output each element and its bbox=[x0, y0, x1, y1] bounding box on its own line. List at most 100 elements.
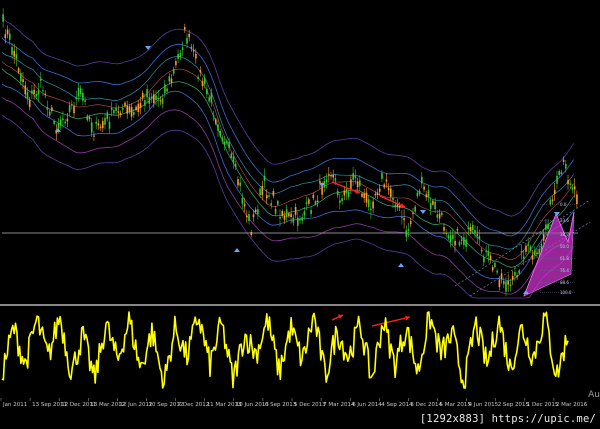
candle-body bbox=[188, 34, 190, 38]
candle-body bbox=[93, 135, 95, 137]
candle-body bbox=[554, 189, 556, 194]
candle-body bbox=[285, 209, 288, 218]
candle-body bbox=[297, 217, 299, 226]
candle-body bbox=[407, 229, 410, 231]
candle-body bbox=[48, 111, 51, 116]
candle-body bbox=[573, 186, 576, 190]
candle-body bbox=[343, 190, 346, 196]
envelope-band-line bbox=[1, 37, 574, 237]
candle-body bbox=[104, 118, 106, 125]
x-axis-tick-label: 5 Dec 2013 bbox=[294, 402, 326, 408]
candle-body bbox=[82, 92, 84, 101]
candle-body bbox=[274, 208, 277, 214]
fib-level-label: 0.0 bbox=[560, 202, 567, 207]
candle-body bbox=[418, 190, 421, 195]
candle-body bbox=[44, 93, 46, 95]
candle-body bbox=[166, 88, 168, 92]
candle-body bbox=[40, 78, 42, 81]
candle-body bbox=[62, 118, 64, 121]
candle-body bbox=[157, 97, 159, 100]
candle-body bbox=[230, 153, 233, 158]
candle-body bbox=[469, 227, 472, 231]
candle-body bbox=[241, 198, 244, 204]
x-axis-tick-label: 7 Mar 2014 bbox=[323, 402, 355, 408]
candle-body bbox=[549, 200, 552, 205]
candle-body bbox=[476, 234, 478, 236]
candle-body bbox=[279, 217, 281, 219]
x-axis-tick-label: 4 Sep 2014 bbox=[381, 402, 413, 408]
candle-body bbox=[330, 175, 332, 177]
candle-body bbox=[425, 194, 428, 198]
candle-body bbox=[310, 210, 312, 214]
candle-body bbox=[401, 216, 403, 218]
candle-body bbox=[237, 179, 239, 186]
candle-body bbox=[516, 275, 518, 278]
candle-body bbox=[562, 159, 565, 162]
candle-body bbox=[190, 47, 193, 49]
candle-body bbox=[498, 279, 501, 287]
candle-body bbox=[97, 123, 100, 126]
candle-body bbox=[438, 213, 441, 219]
candle-body bbox=[6, 29, 9, 35]
candle-body bbox=[9, 33, 11, 40]
candle-body bbox=[503, 281, 505, 285]
candle-body bbox=[99, 126, 102, 128]
candle-body bbox=[53, 121, 55, 124]
candle-body bbox=[117, 111, 120, 113]
candle-body bbox=[472, 224, 474, 231]
candle-body bbox=[520, 251, 523, 253]
candle-body bbox=[525, 246, 527, 252]
candle-body bbox=[184, 27, 186, 30]
candle-body bbox=[363, 193, 365, 199]
candle-body bbox=[443, 226, 445, 231]
candle-body bbox=[542, 234, 545, 241]
candle-body bbox=[130, 107, 133, 117]
candle-body bbox=[294, 207, 297, 215]
trend-arrow-line bbox=[371, 316, 411, 327]
candle-body bbox=[95, 121, 97, 124]
candle-body bbox=[328, 174, 330, 176]
candle-body bbox=[345, 188, 348, 194]
candle-body bbox=[441, 212, 443, 216]
x-axis-tick-label: 6 Sep 2013 bbox=[265, 402, 297, 408]
candle-body bbox=[410, 221, 412, 224]
candle-body bbox=[432, 200, 434, 205]
candle-body bbox=[79, 88, 82, 95]
candle-body bbox=[197, 77, 199, 79]
candle-body bbox=[234, 163, 237, 168]
candle-body bbox=[28, 100, 31, 108]
candle-body bbox=[569, 183, 572, 185]
candle-body bbox=[148, 97, 151, 104]
x-axis-tick-label: 1 Dec 2015 bbox=[527, 402, 559, 408]
candle-body bbox=[268, 195, 270, 197]
envelope-band-line bbox=[1, 52, 574, 250]
candle-body bbox=[212, 115, 215, 117]
candle-body bbox=[447, 235, 450, 239]
candle-body bbox=[511, 276, 514, 280]
candle-body bbox=[66, 118, 69, 122]
candle-body bbox=[137, 103, 140, 112]
forex-chart: 0.0 23.6 38.2 50.0 61.8 76.4 88.6 100.0 Jan 2011… bbox=[0, 0, 600, 429]
candle-body bbox=[177, 53, 179, 59]
candle-body bbox=[31, 90, 33, 94]
candle-body bbox=[122, 108, 124, 110]
candle-body bbox=[314, 200, 317, 205]
candle-body bbox=[529, 246, 532, 251]
candle-body bbox=[77, 87, 80, 97]
candle-body bbox=[392, 197, 394, 201]
candle-body bbox=[51, 107, 53, 111]
candle-body bbox=[478, 236, 481, 239]
candle-body bbox=[429, 203, 432, 209]
candle-body bbox=[551, 199, 554, 202]
x-axis-tick-label: 4 Jun 2015 bbox=[469, 402, 499, 408]
trend-arrow-head-icon bbox=[405, 315, 410, 321]
candle-body bbox=[308, 199, 310, 204]
candle-body bbox=[361, 193, 363, 197]
candle-body bbox=[250, 232, 253, 236]
candle-body bbox=[4, 34, 7, 39]
candle-body bbox=[316, 200, 319, 202]
candle-body bbox=[208, 97, 210, 102]
fractal-arrow-icon bbox=[398, 263, 404, 267]
candle-body bbox=[514, 272, 516, 276]
candle-body bbox=[13, 50, 15, 57]
